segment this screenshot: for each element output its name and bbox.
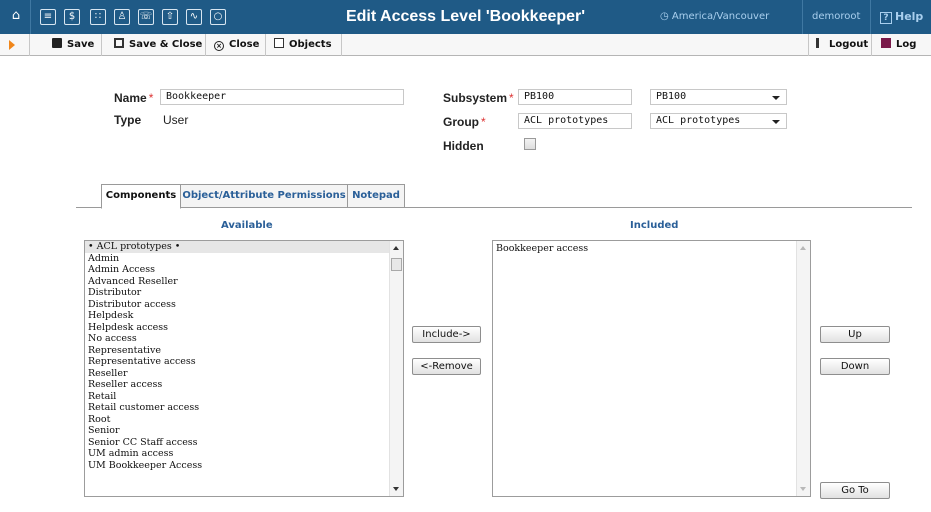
log-button[interactable]: Log (872, 34, 931, 56)
list-item[interactable]: Root (85, 414, 403, 426)
logout-button[interactable]: Logout (808, 34, 872, 56)
chevron-down-icon (772, 96, 780, 100)
logout-icon (816, 38, 824, 48)
objects-icon (274, 38, 284, 48)
save-button[interactable]: Save (30, 34, 102, 56)
available-scrollbar[interactable] (389, 241, 403, 496)
list-item[interactable]: No access (85, 333, 403, 345)
help-icon: ? (880, 12, 892, 24)
subsystem-input[interactable]: PB100 (518, 89, 632, 105)
available-list[interactable]: • ACL prototypes • Admin Admin Access Advan… (84, 240, 404, 497)
list-item[interactable]: Retail (85, 391, 403, 403)
include-button[interactable]: Include-> (412, 326, 481, 343)
list-item[interactable]: Distributor access (85, 299, 403, 311)
list-item[interactable]: Admin Access (85, 264, 403, 276)
list-item[interactable]: Senior (85, 425, 403, 437)
timezone-link[interactable]: ◷ America/Vancouver (660, 11, 769, 22)
divider (870, 0, 871, 34)
grid-icon[interactable]: ∷ (90, 9, 106, 25)
scroll-up-icon[interactable] (393, 246, 399, 250)
chart-icon[interactable]: ∿ (186, 9, 202, 25)
log-label: Log (896, 39, 917, 50)
type-value: User (163, 113, 189, 127)
hidden-label: Hidden (443, 139, 484, 153)
hidden-checkbox[interactable] (524, 138, 536, 150)
toolbar: Save Save & Close × Close Objects Logout … (0, 34, 931, 56)
group-select[interactable]: ACL prototypes (650, 113, 787, 129)
up-button[interactable]: Up (820, 326, 890, 343)
included-items: Bookkeeper access (493, 241, 810, 255)
list-item[interactable]: Reseller (85, 368, 403, 380)
tab-object-attribute-permissions[interactable]: Object/Attribute Permissions (180, 184, 348, 208)
list-item[interactable]: • ACL prototypes • (85, 241, 403, 253)
list-item[interactable]: Representative (85, 345, 403, 357)
save-close-button[interactable]: Save & Close (102, 34, 206, 56)
clock-icon: ◷ (660, 11, 669, 22)
list-item[interactable]: Advanced Reseller (85, 276, 403, 288)
list-item[interactable]: UM admin access (85, 448, 403, 460)
included-header: Included (630, 220, 679, 231)
user-name[interactable]: demoroot (812, 11, 860, 22)
subsystem-select[interactable]: PB100 (650, 89, 787, 105)
top-bar: ⌂ ≡ $ ∷ ♙ ☏ ⇧ ∿ ○ Edit Access Level 'Boo… (0, 0, 931, 34)
list-item[interactable]: Bookkeeper access (493, 243, 810, 255)
close-label: Close (229, 39, 260, 50)
list-item[interactable]: UM Bookkeeper Access (85, 460, 403, 472)
close-icon: × (214, 41, 224, 51)
group-input[interactable]: ACL prototypes (518, 113, 632, 129)
available-header: Available (221, 220, 273, 231)
tab-components[interactable]: Components (101, 184, 181, 209)
list-item[interactable]: Retail customer access (85, 402, 403, 414)
save-close-label: Save & Close (129, 39, 203, 50)
logout-label: Logout (829, 39, 869, 50)
toolbar-menu-arrow[interactable] (0, 34, 30, 56)
person-icon[interactable]: ♙ (114, 9, 130, 25)
list-item[interactable]: Admin (85, 253, 403, 265)
objects-button[interactable]: Objects (266, 34, 342, 56)
save-close-icon (114, 38, 124, 48)
scroll-thumb[interactable] (391, 258, 402, 271)
divider (802, 0, 803, 34)
save-label: Save (67, 39, 95, 50)
scroll-down-icon[interactable] (800, 487, 806, 491)
search-icon[interactable]: ○ (210, 9, 226, 25)
list-item[interactable]: Helpdesk (85, 310, 403, 322)
remove-button[interactable]: <-Remove (412, 358, 481, 375)
scroll-up-icon[interactable] (800, 246, 806, 250)
list-item[interactable]: Helpdesk access (85, 322, 403, 334)
subsystem-select-value: PB100 (656, 91, 687, 102)
floppy-icon (52, 38, 62, 48)
dollar-icon[interactable]: $ (64, 9, 80, 25)
list-item[interactable]: Senior CC Staff access (85, 437, 403, 449)
group-select-value: ACL prototypes (656, 115, 741, 126)
scroll-down-icon[interactable] (393, 487, 399, 491)
close-button[interactable]: × Close (206, 34, 266, 56)
list-item[interactable]: Distributor (85, 287, 403, 299)
chevron-down-icon (772, 120, 780, 124)
subsystem-label: Subsystem * (443, 91, 514, 105)
list-item[interactable]: Representative access (85, 356, 403, 368)
type-label: Type (114, 113, 142, 127)
divider (30, 0, 31, 34)
included-scrollbar[interactable] (796, 241, 810, 496)
help-label: Help (895, 10, 924, 23)
phone-icon[interactable]: ☏ (138, 9, 154, 25)
timezone-label: America/Vancouver (671, 11, 770, 22)
tab-notepad[interactable]: Notepad (347, 184, 405, 208)
list-icon[interactable]: ≡ (40, 9, 56, 25)
upload-icon[interactable]: ⇧ (162, 9, 178, 25)
list-item[interactable]: Reseller access (85, 379, 403, 391)
goto-button[interactable]: Go To (820, 482, 890, 499)
objects-label: Objects (289, 39, 332, 50)
group-label: Group * (443, 115, 486, 129)
log-icon (881, 38, 891, 48)
included-list[interactable]: Bookkeeper access (492, 240, 811, 497)
name-label: Name * (114, 91, 154, 105)
available-items: • ACL prototypes • Admin Admin Access Advan… (85, 241, 403, 471)
name-input[interactable]: Bookkeeper (160, 89, 404, 105)
help-link[interactable]: ? Help (880, 10, 923, 24)
home-icon[interactable]: ⌂ (8, 9, 24, 25)
menu-arrow-icon (9, 40, 15, 50)
down-button[interactable]: Down (820, 358, 890, 375)
